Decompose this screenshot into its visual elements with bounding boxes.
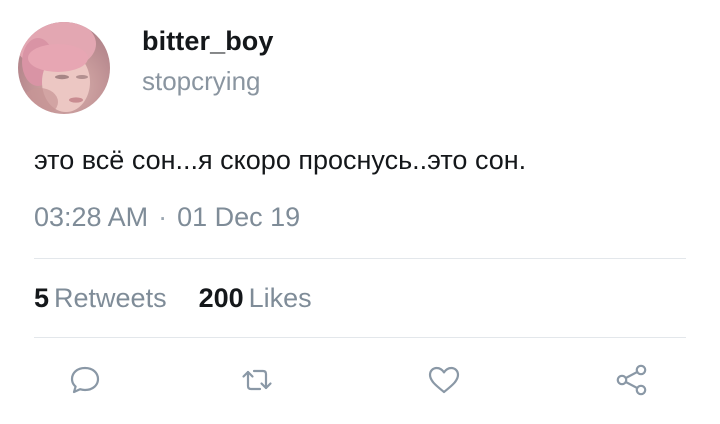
retweet-button[interactable] [237, 360, 277, 400]
share-button[interactable] [612, 360, 652, 400]
retweet-icon [242, 369, 272, 391]
likes-count: 200 [198, 283, 244, 313]
tweet-timestamp: 03:28 AM · 01 Dec 19 [34, 202, 300, 233]
tweet-card: bitter_boy stopcrying это всё сон...я ск… [0, 0, 720, 424]
likes-label: Likes [248, 283, 312, 313]
heart-icon [428, 366, 460, 394]
divider [34, 337, 686, 338]
avatar[interactable] [18, 22, 110, 114]
handle[interactable]: stopcrying [142, 66, 261, 97]
tweet-text: это всё сон...я скоро проснусь..это сон. [34, 145, 527, 175]
retweets-count: 5 [34, 283, 50, 313]
share-icon [616, 364, 647, 396]
avatar-image [18, 22, 96, 114]
like-button[interactable] [424, 360, 464, 400]
tweet-stats: 5 Retweets 200 Likes [34, 283, 312, 314]
tweet-time: 03:28 AM [34, 202, 149, 232]
reply-icon [70, 366, 100, 394]
likes-stat[interactable]: 200 Likes [199, 283, 312, 313]
divider [34, 258, 686, 259]
retweets-stat[interactable]: 5 Retweets [34, 283, 167, 313]
reply-button[interactable] [65, 360, 105, 400]
tweet-date: 01 Dec 19 [177, 202, 301, 232]
retweets-label: Retweets [54, 283, 167, 313]
display-name[interactable]: bitter_boy [142, 26, 274, 57]
meta-separator: · [158, 202, 168, 232]
